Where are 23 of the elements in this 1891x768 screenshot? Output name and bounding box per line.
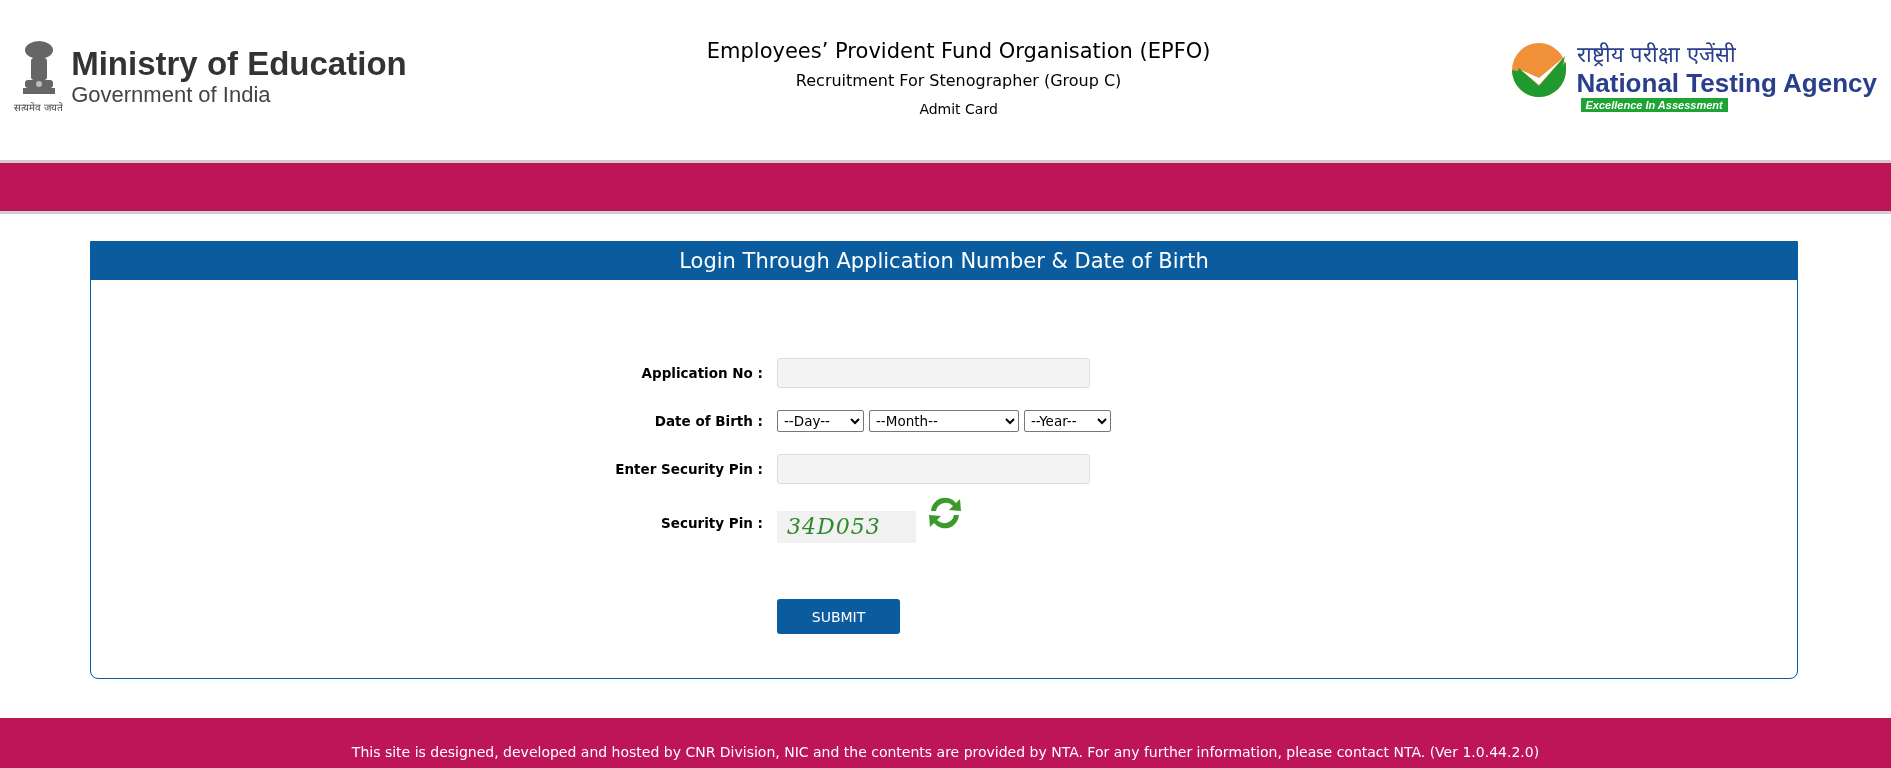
page-title: Admit Card [919, 100, 998, 119]
submit-button[interactable]: SUBMIT [777, 599, 900, 634]
captcha-code: 34D053 [777, 511, 916, 543]
footer-text: This site is designed, developed and hosted by CNR Division, NIC and the contents are provided by NTA. For any further information, please contact NTA. (Ver 1.0.44.2.0) [351, 744, 1540, 760]
field-label: Application No : [640, 364, 763, 383]
agency-name: National Testing Agency [1576, 68, 1877, 98]
recruitment-title: Recruitment For Stenographer (Group C) [795, 70, 1122, 92]
input-field[interactable] [777, 454, 1090, 484]
agency-hindi-name: राष्ट्रीय परीक्षा एजेंसी [1576, 42, 1738, 68]
field-label: Enter Security Pin : [614, 460, 763, 479]
checkmark-logo-icon [1510, 42, 1567, 98]
card-title: Login Through Application Number & Date of Birth [91, 242, 1797, 280]
field-label: Date of Birth : [653, 412, 763, 431]
ministry-subtitle: Government of India [71, 82, 272, 108]
agency-tagline: Excellence In Assessment [1580, 98, 1728, 112]
year-dropdown[interactable]: --Year-- [1024, 410, 1111, 432]
emblem-motto: सत्यमेव जयते [14, 101, 64, 114]
day-dropdown[interactable]: --Day-- [777, 410, 864, 432]
input-field[interactable] [777, 358, 1090, 388]
organisation-title: Employees’ Provident Fund Organisation (EPFO) [706, 38, 1211, 65]
field-label: Security Pin : [660, 514, 763, 533]
ministry-title: Ministry of Education [71, 46, 407, 82]
month-dropdown[interactable]: --Month-- [869, 410, 1019, 432]
